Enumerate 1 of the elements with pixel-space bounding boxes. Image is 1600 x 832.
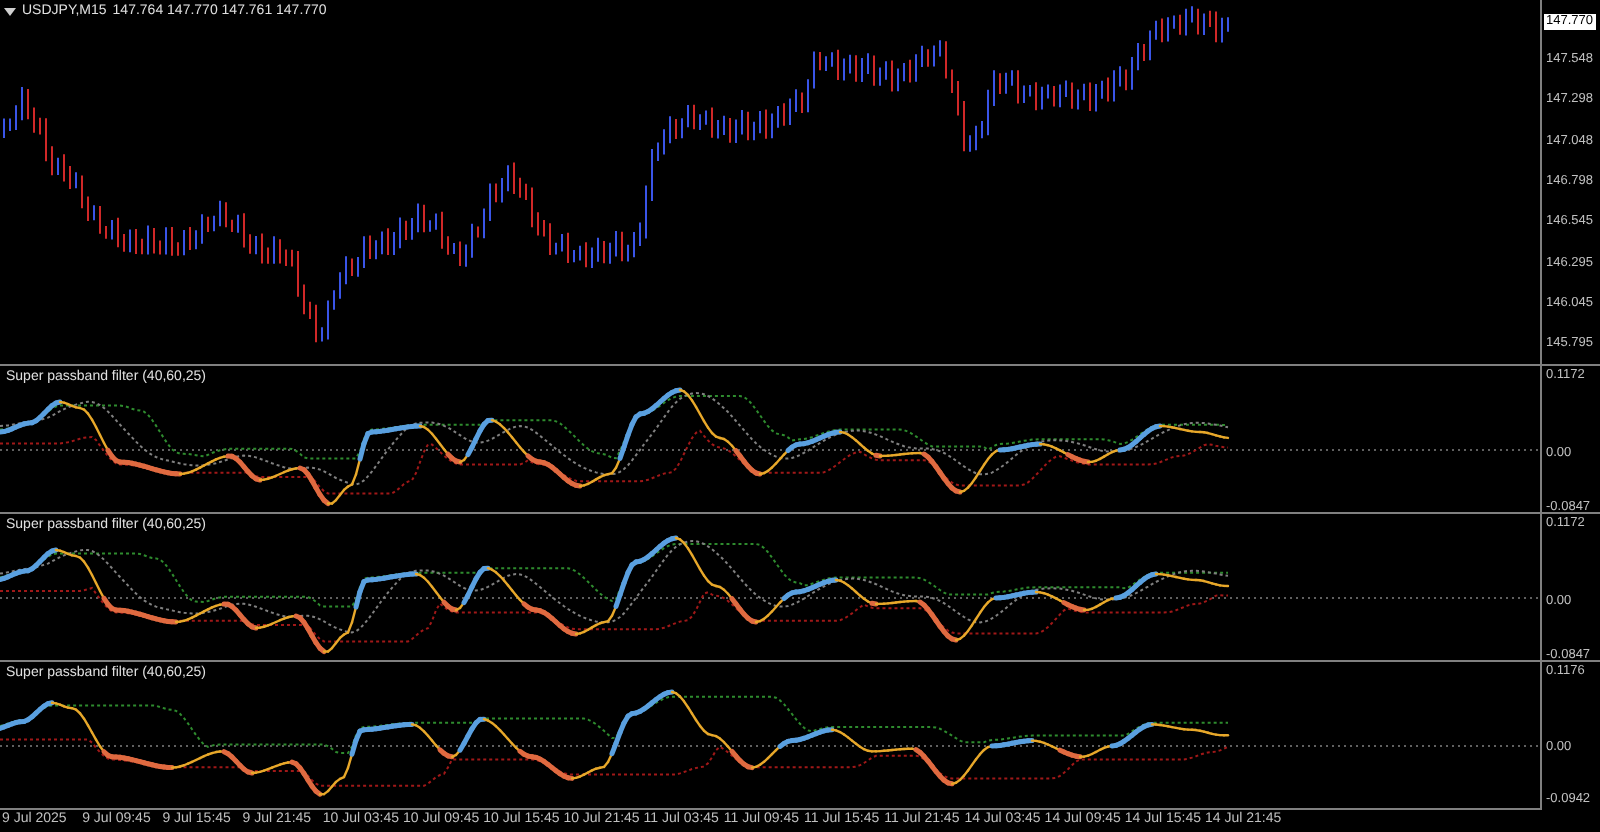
dropdown-triangle-icon[interactable] [4, 7, 16, 15]
